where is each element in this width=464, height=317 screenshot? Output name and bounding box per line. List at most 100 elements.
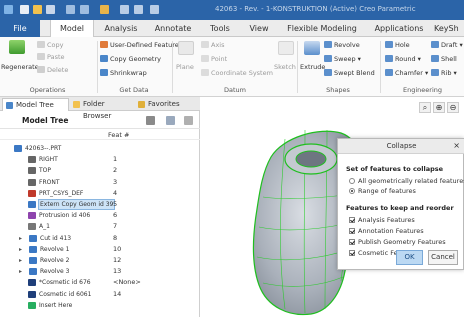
swept-blend-button[interactable]: Swept Blend [324, 69, 375, 78]
windows-icon[interactable] [120, 5, 129, 14]
expand-arrow-icon[interactable]: ▸ [19, 268, 22, 275]
tab-tools[interactable]: Tools [205, 20, 235, 37]
group-engineering[interactable]: Engineering [381, 86, 464, 96]
tab-model-tree[interactable]: Model Tree [2, 98, 69, 111]
redo-icon[interactable] [80, 5, 89, 14]
cut-icon [29, 234, 37, 242]
plane-button[interactable]: Plane [176, 63, 194, 72]
tree-filters-icon[interactable] [146, 116, 155, 125]
delete-icon [37, 66, 45, 73]
tree-item[interactable]: Cosmetic id 6061 14 [0, 290, 200, 299]
extrude-icon[interactable] [304, 41, 320, 55]
ok-button[interactable]: OK [396, 250, 423, 265]
group-datum[interactable]: Datum [175, 86, 295, 96]
tree-item[interactable]: Protrusion id 406 6 [0, 211, 200, 220]
tree-item-feat-number: 14 [113, 289, 122, 298]
tab-model-tree-label: Model Tree [16, 101, 54, 109]
close-window-icon[interactable] [134, 5, 143, 14]
revolve-icon [29, 257, 37, 264]
tree-item[interactable]: ▸ Revolve 2 12 [0, 256, 200, 265]
new-file-icon[interactable] [20, 5, 29, 14]
all-related-radio[interactable]: All geometrically related features [349, 177, 464, 185]
customize-toolbar-icon[interactable] [150, 5, 159, 14]
tree-item[interactable]: 42063--.PRT [0, 144, 200, 153]
tab-view[interactable]: View [245, 20, 273, 37]
sketch-icon[interactable] [278, 41, 294, 55]
tree-settings-icon[interactable] [166, 116, 175, 125]
revolve-button[interactable]: Revolve [324, 41, 360, 50]
user-defined-feature-button[interactable]: User-Defined Feature [100, 41, 179, 50]
insert-here-icon [28, 301, 36, 309]
shrinkwrap-label: Shrinkwrap [110, 69, 147, 77]
group-operations[interactable]: Operations [0, 86, 95, 96]
tab-applications[interactable]: Applications [370, 20, 428, 37]
expand-arrow-icon[interactable]: ▸ [19, 235, 22, 242]
dialog-title-bar[interactable]: Collapse × [338, 139, 464, 154]
tab-analysis[interactable]: Analysis [100, 20, 142, 37]
tree-item[interactable]: PRT_CSYS_DEF 4 [0, 189, 200, 198]
tree-item[interactable]: TOP 2 [0, 166, 200, 175]
close-icon[interactable]: × [453, 141, 460, 150]
tree-item[interactable]: Extern Copy Geom id 39 5 [0, 199, 200, 210]
point-button[interactable]: Point [201, 55, 227, 64]
coordinate-system-button[interactable]: Coordinate System [201, 69, 273, 78]
tree-columns-icon[interactable] [184, 116, 193, 125]
sketch-button[interactable]: Sketch [274, 63, 296, 72]
annotation-features-checkbox[interactable]: Annotation Features [349, 227, 424, 235]
round-button[interactable]: Round ▾ [385, 55, 421, 64]
tree-item[interactable]: ▸ Revolve 3 13 [0, 267, 200, 276]
tree-item-feat-number: 4 [113, 188, 118, 197]
rib-button[interactable]: Rib ▾ [431, 69, 457, 78]
tree-item[interactable]: ▸ Cut id 413 8 [0, 234, 200, 243]
checkbox-checked-icon [349, 228, 355, 234]
undo-icon[interactable] [66, 5, 75, 14]
draft-label: Draft [441, 41, 458, 49]
tab-file[interactable]: File [0, 20, 40, 37]
part-icon [14, 145, 22, 152]
tab-flexible-modeling[interactable]: Flexible Modeling [283, 20, 361, 37]
group-shapes[interactable]: Shapes [298, 86, 378, 96]
regenerate-quick-icon[interactable] [100, 5, 109, 14]
tab-model[interactable]: Model [50, 20, 94, 38]
analysis-features-checkbox[interactable]: Analysis Features [349, 216, 415, 224]
expand-arrow-icon[interactable]: ▸ [19, 257, 22, 264]
tree-item[interactable]: Insert Here [0, 301, 200, 310]
group-get-data[interactable]: Get Data [98, 86, 170, 96]
open-file-icon[interactable] [33, 5, 42, 14]
paste-button[interactable]: Paste [37, 53, 65, 62]
tree-item[interactable]: FRONT 3 [0, 178, 200, 187]
delete-button[interactable]: Delete [37, 66, 68, 75]
tree-item[interactable]: RIGHT 1 [0, 155, 200, 164]
set-of-features-heading: Set of features to collapse [346, 165, 444, 173]
regenerate-button[interactable]: Regenerate [1, 63, 39, 72]
copy-button[interactable]: Copy [37, 41, 64, 50]
save-icon[interactable] [46, 5, 55, 14]
hole-button[interactable]: Hole [385, 41, 410, 50]
plane-icon[interactable] [178, 41, 194, 55]
axis-button[interactable]: Axis [201, 41, 225, 50]
expand-arrow-icon[interactable]: ▸ [19, 246, 22, 253]
regenerate-icon[interactable] [9, 40, 25, 54]
sweep-button[interactable]: Sweep ▾ [324, 55, 361, 64]
feat-number-column-header[interactable]: Feat # [108, 131, 129, 139]
draft-button[interactable]: Draft ▾ [431, 41, 463, 50]
dialog-title: Collapse [386, 142, 417, 150]
tab-annotate[interactable]: Annotate [150, 20, 196, 37]
publish-geometry-checkbox[interactable]: Publish Geometry Features [349, 238, 446, 246]
shrinkwrap-button[interactable]: Shrinkwrap [100, 69, 147, 78]
sweep-label: Sweep [334, 55, 356, 63]
tree-item[interactable]: ▸ Revolve 1 10 [0, 245, 200, 254]
copy-geometry-button[interactable]: Copy Geometry [100, 55, 161, 64]
tab-favorites[interactable]: Favorites [135, 98, 185, 111]
shell-button[interactable]: Shell [431, 55, 457, 64]
range-radio[interactable]: Range of features [349, 187, 416, 195]
tab-keyshot[interactable]: KeySh [434, 20, 464, 37]
cancel-button[interactable]: Cancel [428, 250, 458, 265]
extrude-button[interactable]: Extrude [300, 63, 325, 72]
tree-item[interactable]: *Cosmetic id 676 <None> [0, 278, 200, 287]
chamfer-button[interactable]: Chamfer ▾ [385, 69, 428, 78]
swept-blend-icon [324, 69, 332, 76]
tree-item[interactable]: A_1 7 [0, 222, 200, 231]
axis-label: Axis [211, 41, 225, 49]
tab-folder-browser[interactable]: Folder Browser [70, 98, 132, 120]
